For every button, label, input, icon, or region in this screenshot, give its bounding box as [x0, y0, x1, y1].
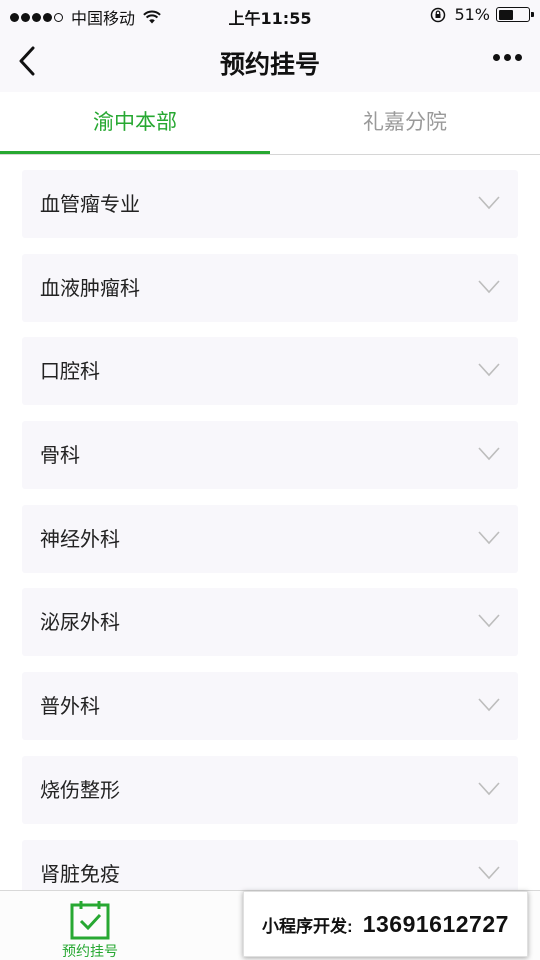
list-item[interactable]: 血液肿瘤科 — [22, 253, 518, 322]
rotation-lock-icon — [431, 7, 446, 22]
status-right: 51% — [430, 5, 534, 24]
chevron-down-icon — [478, 614, 500, 628]
department-label: 口腔科 — [40, 359, 100, 384]
list-item[interactable]: 口腔科 — [22, 337, 518, 406]
chevron-down-icon — [478, 698, 500, 712]
more-dots-icon[interactable] — [489, 54, 522, 61]
department-label: 神经外科 — [40, 526, 120, 551]
campus-tabs: 渝中本部 礼嘉分院 — [0, 92, 540, 155]
status-bar: 中国移动 上午11:55 51% — [0, 0, 540, 30]
chevron-down-icon — [478, 531, 500, 544]
list-item[interactable]: 泌尿外科 — [22, 588, 518, 657]
more-dot — [504, 54, 511, 61]
department-label: 烧伤整形 — [40, 777, 120, 802]
chevron-down-icon — [478, 196, 500, 210]
list-item[interactable]: 神经外科 — [22, 504, 518, 573]
battery-icon — [496, 7, 534, 22]
promo-banner: 小程序开发: 13691612727 — [243, 891, 528, 957]
tab-yuzhong[interactable]: 渝中本部 — [0, 92, 270, 154]
calendar-check-icon — [70, 901, 110, 940]
chevron-down-icon — [478, 447, 500, 461]
department-label: 血液肿瘤科 — [40, 275, 140, 300]
department-label: 骨科 — [40, 443, 80, 468]
more-dot — [515, 54, 522, 61]
chevron-down-icon — [478, 865, 500, 879]
page-title: 预约挂号 — [219, 50, 320, 79]
tabbar-label: 预约挂号 — [62, 944, 118, 960]
chevron-down-icon — [478, 363, 500, 377]
more-dot — [493, 54, 500, 61]
list-item[interactable]: 骨科 — [22, 421, 518, 490]
promo-phone: 13691612727 — [362, 910, 509, 937]
tab-lijia[interactable]: 礼嘉分院 — [270, 92, 540, 154]
tabbar-item-appointment[interactable]: 预约挂号 — [40, 891, 140, 960]
chevron-down-icon — [478, 782, 500, 796]
promo-label: 小程序开发: — [262, 916, 353, 936]
chevron-down-icon — [478, 280, 500, 293]
nav-bar: 预约挂号 — [0, 30, 540, 92]
battery-percent: 51% — [454, 5, 490, 24]
department-label: 泌尿外科 — [40, 610, 120, 635]
list-item[interactable]: 烧伤整形 — [22, 755, 518, 824]
list-item[interactable]: 血管瘤专业 — [22, 170, 518, 238]
list-item[interactable]: 普外科 — [22, 672, 518, 741]
department-label: 血管瘤专业 — [40, 192, 140, 216]
department-list: 血管瘤专业 血液肿瘤科 口腔科 骨科 神经外科 泌尿外科 普外科 烧伤整形 肾脏… — [22, 170, 518, 923]
battery-fill — [498, 9, 513, 20]
department-label: 普外科 — [40, 694, 100, 719]
active-tab-indicator — [0, 151, 270, 154]
